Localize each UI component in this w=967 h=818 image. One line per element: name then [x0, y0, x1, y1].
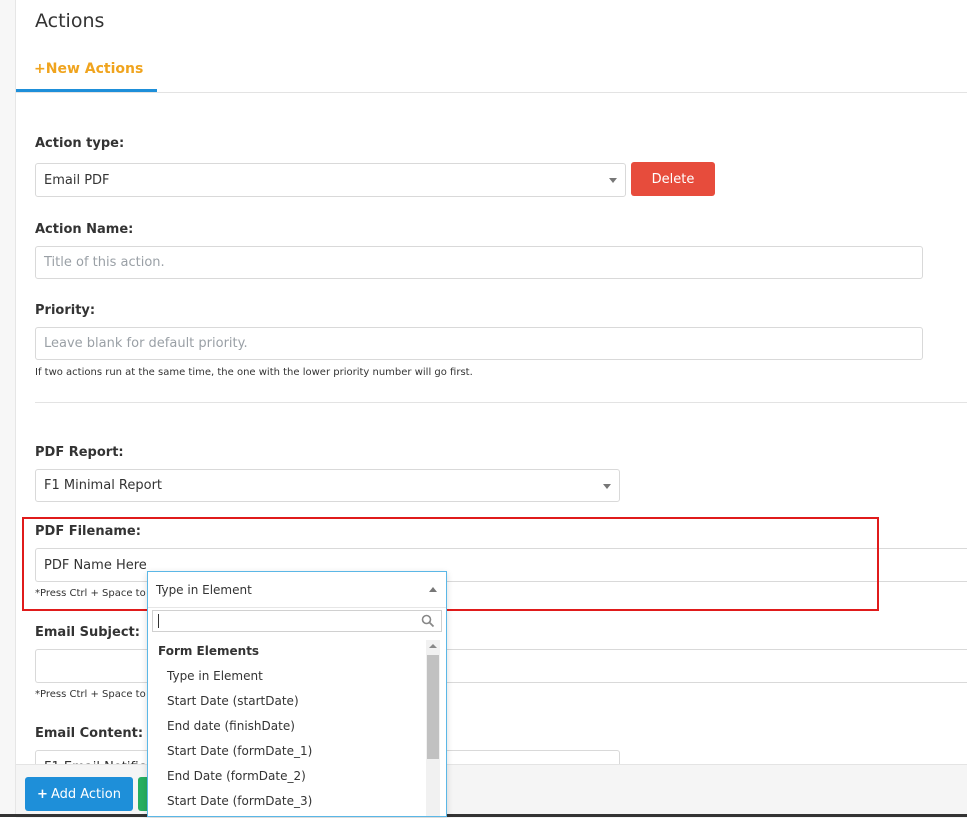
action-type-value: Email PDF	[44, 172, 110, 188]
dropdown-option[interactable]: End date (finishDate)	[148, 713, 426, 738]
scroll-up-icon[interactable]	[429, 644, 437, 648]
priority-placeholder: Leave blank for default priority.	[44, 336, 248, 351]
text-cursor	[158, 614, 159, 628]
search-icon	[421, 614, 435, 628]
dropdown-option[interactable]: Start Date (formDate_3)	[148, 788, 426, 813]
add-action-label: Add Action	[50, 786, 121, 802]
action-name-input[interactable]: Title of this action.	[35, 246, 923, 279]
scrollbar-thumb[interactable]	[427, 655, 439, 759]
dropdown-scrollbar[interactable]	[426, 640, 440, 816]
action-name-label: Action Name:	[35, 222, 134, 237]
dropdown-option[interactable]: Start Date (startDate)	[148, 688, 426, 713]
priority-label: Priority:	[35, 303, 96, 318]
chevron-up-icon	[429, 587, 437, 592]
action-type-select[interactable]: Email PDF	[35, 163, 626, 197]
pdf-report-value: F1 Minimal Report	[44, 478, 163, 493]
dropdown-option[interactable]: Type in Element	[148, 663, 426, 688]
dropdown-selected[interactable]: Type in Element	[148, 572, 446, 608]
email-subject-label: Email Subject:	[35, 625, 140, 640]
delete-button[interactable]: Delete	[631, 162, 715, 196]
dropdown-list: Form Elements Type in Element Start Date…	[148, 638, 426, 813]
email-content-label: Email Content:	[35, 726, 144, 741]
pdf-report-label: PDF Report:	[35, 445, 124, 460]
left-strip	[0, 0, 16, 817]
action-type-label: Action type:	[35, 136, 125, 151]
chevron-down-icon	[609, 178, 617, 183]
priority-input[interactable]: Leave blank for default priority.	[35, 327, 923, 360]
element-dropdown[interactable]: Type in Element Form Elements Type in El…	[147, 571, 447, 817]
add-action-button[interactable]: + Add Action	[25, 777, 133, 811]
dropdown-group-label: Form Elements	[158, 643, 260, 658]
pdf-report-select[interactable]: F1 Minimal Report	[35, 469, 620, 502]
tab-new-actions[interactable]: +New Actions	[16, 50, 157, 92]
section-divider	[35, 402, 967, 403]
dropdown-selected-value: Type in Element	[156, 582, 252, 597]
email-subject-hint: *Press Ctrl + Space to	[35, 689, 146, 700]
priority-help-text: If two actions run at the same time, the…	[35, 367, 473, 378]
plus-icon: +	[37, 786, 48, 802]
dropdown-search-input[interactable]	[152, 610, 442, 632]
tab-divider	[16, 92, 967, 93]
tab-label-text: New Actions	[45, 61, 144, 77]
plus-icon: +	[34, 61, 46, 77]
dropdown-option[interactable]: Start Date (formDate_1)	[148, 738, 426, 763]
page-title: Actions	[35, 10, 105, 32]
action-name-placeholder: Title of this action.	[44, 255, 165, 270]
dropdown-option[interactable]: End Date (formDate_2)	[148, 763, 426, 788]
tab-label: +New Actions	[34, 61, 143, 77]
chevron-down-icon	[603, 483, 611, 489]
